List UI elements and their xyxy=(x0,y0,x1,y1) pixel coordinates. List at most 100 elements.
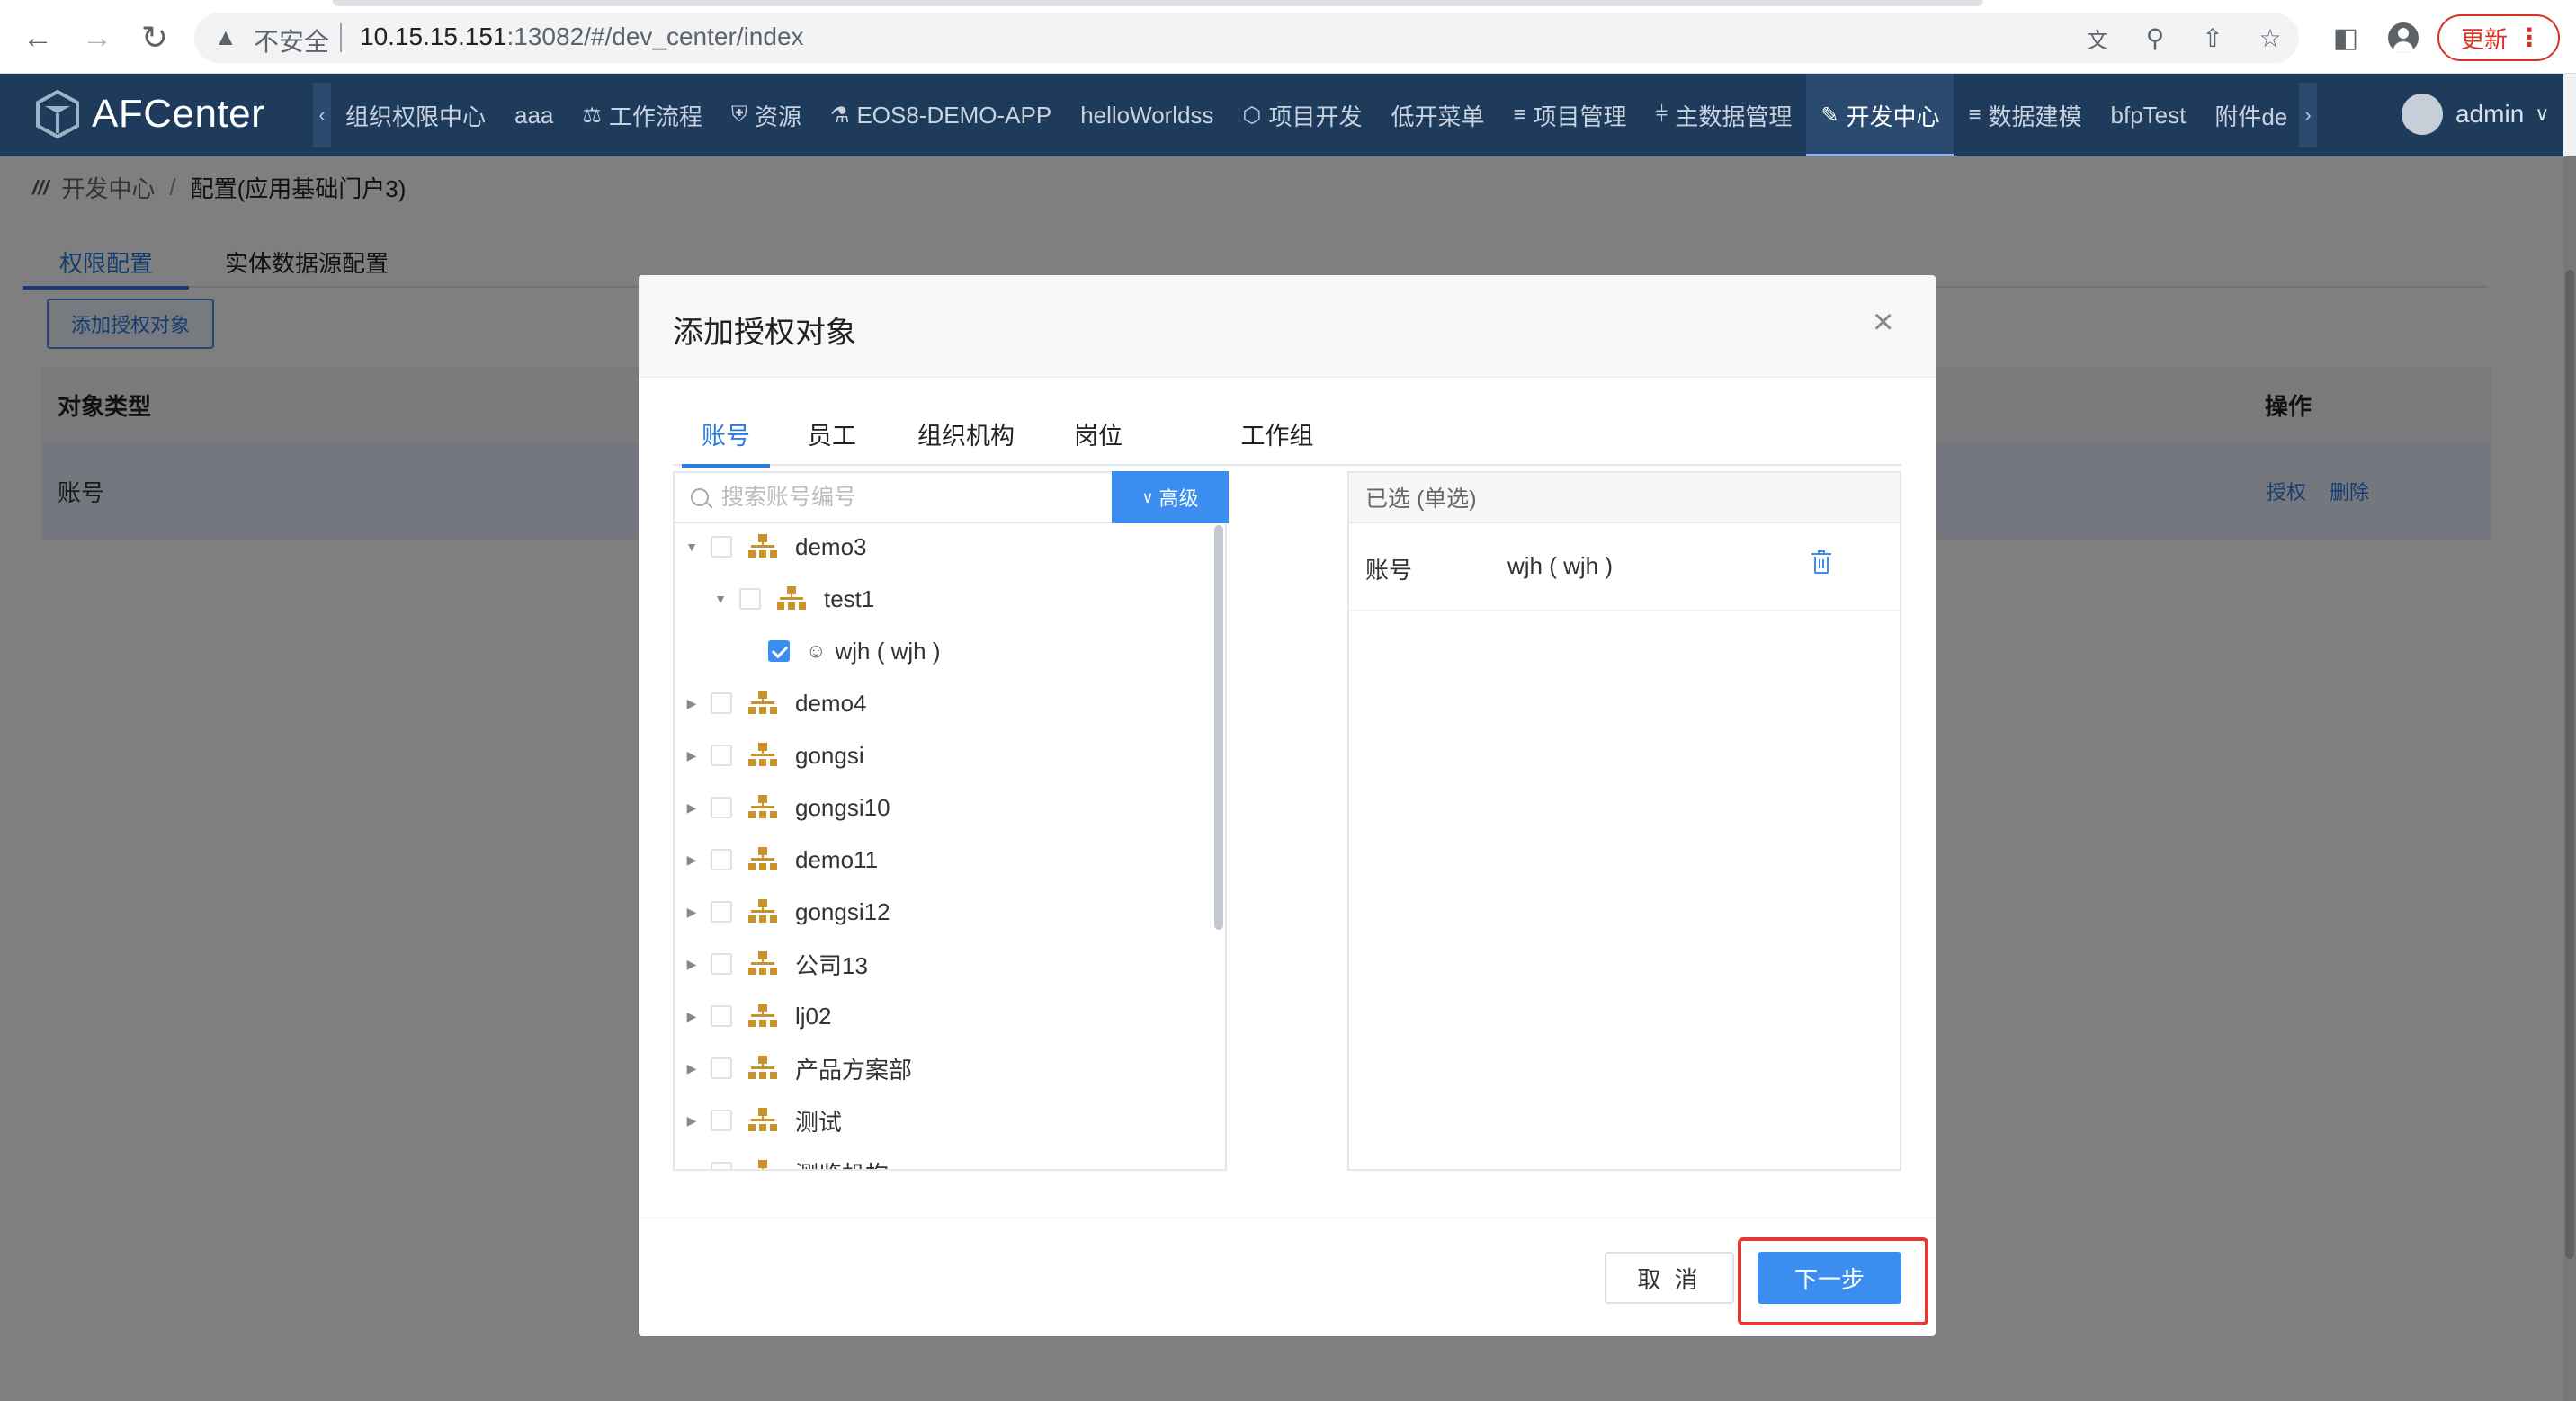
caret-right-icon[interactable]: ▶ xyxy=(684,696,700,711)
tree-node[interactable]: ▶ gongsi12 xyxy=(684,894,890,930)
menu-scroll-left-icon[interactable]: ‹ xyxy=(313,83,331,147)
caret-right-icon[interactable]: ▶ xyxy=(684,1061,700,1076)
tree-node[interactable]: ▶ 测览机构 xyxy=(684,1155,889,1169)
caret-right-icon[interactable]: ▶ xyxy=(684,852,700,868)
menu-scroll-right-icon[interactable]: › xyxy=(2299,83,2317,147)
tree-checkbox[interactable] xyxy=(768,640,790,662)
selected-header: 已选 (单选) xyxy=(1349,473,1900,523)
tree-node[interactable]: ▶ demo11 xyxy=(684,842,878,878)
update-button[interactable]: 更新 ⋮ xyxy=(2437,14,2560,61)
flask-icon: ⚗ xyxy=(829,103,850,128)
tree-checkbox[interactable] xyxy=(711,1057,732,1079)
tree-node[interactable]: ▶ 公司13 xyxy=(684,946,868,982)
tab-account[interactable]: 账号 xyxy=(682,401,770,468)
tab-position[interactable]: 岗位 xyxy=(1054,401,1142,466)
browser-toolbar: ← → ↻ ▲ 不安全 10.15.15.151:13082/#/dev_cen… xyxy=(0,0,2576,74)
tree-node[interactable]: ▼ test1 xyxy=(712,581,874,617)
menu-item-12[interactable]: bfpTest xyxy=(2097,74,2201,156)
tree-checkbox[interactable] xyxy=(711,536,732,558)
tree-node[interactable]: ▶ 产品方案部 xyxy=(684,1050,912,1086)
tree-checkbox[interactable] xyxy=(711,797,732,818)
tab-employee[interactable]: 员工 xyxy=(788,401,876,466)
menu-item-8[interactable]: ≡ 项目管理 xyxy=(1499,74,1641,156)
caret-down-icon[interactable]: ▼ xyxy=(684,540,700,554)
menu-item-5[interactable]: helloWorldss xyxy=(1066,74,1228,156)
advanced-button[interactable]: ∨ 高级 xyxy=(1112,471,1229,523)
menu-item-label: 组织权限中心 xyxy=(345,103,487,130)
menu-item-10[interactable]: ✎ 开发中心 xyxy=(1806,74,1954,156)
layers-icon: ≡ xyxy=(1968,103,1981,127)
logo[interactable]: AFCenter xyxy=(36,90,264,138)
tree-node[interactable]: ▶ gongsi xyxy=(684,737,864,773)
bookmark-star-icon[interactable]: ☆ xyxy=(2254,22,2286,54)
tree-node[interactable]: ▶ 测试 xyxy=(684,1102,842,1138)
forward-icon[interactable]: → xyxy=(77,18,117,58)
url-text[interactable]: 10.15.15.151:13082/#/dev_center/index xyxy=(360,22,804,51)
tree-node[interactable]: ▼ demo3 xyxy=(684,529,866,565)
menu-item-2[interactable]: ⚖ 工作流程 xyxy=(568,74,717,156)
warning-icon[interactable]: ▲ xyxy=(214,23,237,51)
tab-workgroup[interactable]: 工作组 xyxy=(1223,401,1331,466)
menu-item-6[interactable]: ⬡ 项目开发 xyxy=(1229,74,1377,156)
more-menu-icon[interactable]: ⋮ xyxy=(2517,22,2542,52)
tree-node[interactable]: ▶ lj02 xyxy=(684,998,832,1034)
tree-node-label: 产品方案部 xyxy=(795,1056,913,1084)
menu-item-13[interactable]: 附件de xyxy=(2200,74,2299,156)
menu-item-11[interactable]: ≡ 数据建模 xyxy=(1954,74,2096,156)
search-box[interactable] xyxy=(675,473,1112,523)
tree-checkbox[interactable] xyxy=(711,849,732,870)
address-bar[interactable]: ▲ 不安全 10.15.15.151:13082/#/dev_center/in… xyxy=(194,13,2299,63)
tree-checkbox[interactable] xyxy=(739,588,761,610)
caret-right-icon[interactable]: ▶ xyxy=(684,905,700,920)
caret-right-icon[interactable]: ▶ xyxy=(684,748,700,763)
menu-item-label: 附件de xyxy=(2214,103,2288,130)
tree-node[interactable]: ▶ demo4 xyxy=(684,685,867,721)
share-icon[interactable]: ⇧ xyxy=(2196,22,2229,54)
tree-checkbox[interactable] xyxy=(711,1162,732,1169)
translate-icon[interactable]: 文 xyxy=(2081,22,2114,54)
caret-right-icon[interactable]: ▶ xyxy=(684,957,700,972)
back-icon[interactable]: ← xyxy=(18,18,58,58)
add-auth-object-dialog: 添加授权对象 × 账号 员工 组织机构 岗位 工作组 ∨ 高级 ▼ demo3 ▼ t… xyxy=(639,275,1936,1336)
trash-icon[interactable] xyxy=(1811,550,1831,576)
tree-node-label: gongsi12 xyxy=(795,897,890,925)
menu-item-7[interactable]: 低开菜单 xyxy=(1377,74,1499,156)
menu-item-4[interactable]: ⚗ EOS8-DEMO-APP xyxy=(816,74,1066,156)
menu-item-9[interactable]: ⫩ 主数据管理 xyxy=(1641,74,1807,156)
tree-checkbox[interactable] xyxy=(711,901,732,923)
update-label: 更新 xyxy=(2461,25,2509,53)
user-menu[interactable]: admin ∨ xyxy=(2402,94,2549,135)
caret-down-icon[interactable]: ▼ xyxy=(712,592,729,606)
profile-avatar xyxy=(2388,22,2419,53)
tree-checkbox[interactable] xyxy=(711,1005,732,1027)
cube-icon: ⬡ xyxy=(1242,103,1262,128)
tree-checkbox[interactable] xyxy=(711,953,732,975)
cancel-button[interactable]: 取 消 xyxy=(1605,1252,1734,1304)
tree-node-label: gongsi xyxy=(795,741,864,769)
tab-organization[interactable]: 组织机构 xyxy=(905,401,1027,466)
org-chart-icon xyxy=(748,795,777,820)
reload-icon[interactable]: ↻ xyxy=(135,18,174,58)
caret-right-icon[interactable]: ▶ xyxy=(684,1113,700,1129)
close-icon[interactable]: × xyxy=(1873,302,1893,343)
side-panel-icon[interactable]: ◧ xyxy=(2328,20,2364,56)
search-input[interactable] xyxy=(721,484,1081,511)
menu-item-0[interactable]: 组织权限中心 xyxy=(331,74,500,156)
profile-icon[interactable] xyxy=(2385,20,2421,56)
tree-checkbox[interactable] xyxy=(711,692,732,714)
zoom-icon[interactable]: ⚲ xyxy=(2139,22,2171,54)
caret-right-icon[interactable]: ▶ xyxy=(684,1165,700,1170)
tree-checkbox[interactable] xyxy=(711,745,732,766)
menu-item-label: EOS8-DEMO-APP xyxy=(856,101,1052,129)
menu-item-1[interactable]: aaa xyxy=(500,74,568,156)
org-chart-icon xyxy=(748,743,777,768)
tree-node-label: 公司13 xyxy=(795,951,868,979)
tree-node[interactable]: ☺ wjh ( wjh ) xyxy=(741,633,940,669)
tree-node[interactable]: ▶ gongsi10 xyxy=(684,790,890,825)
security-label[interactable]: 不安全 xyxy=(254,22,329,58)
tree-checkbox[interactable] xyxy=(711,1110,732,1131)
tree-scrollbar[interactable] xyxy=(1214,525,1223,930)
caret-right-icon[interactable]: ▶ xyxy=(684,800,700,816)
menu-item-3[interactable]: ⛨ 资源 xyxy=(717,74,816,156)
caret-right-icon[interactable]: ▶ xyxy=(684,1009,700,1024)
